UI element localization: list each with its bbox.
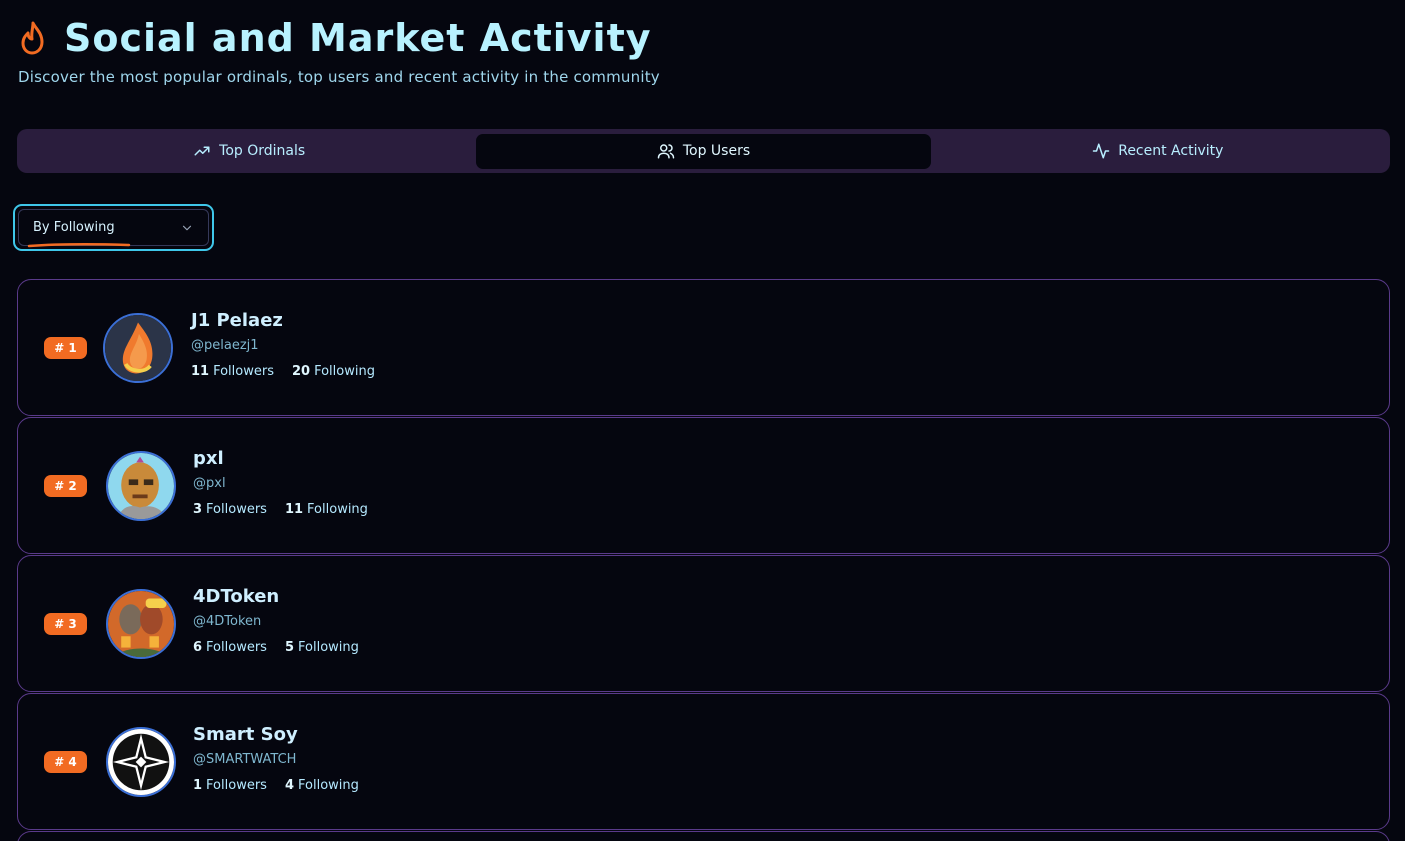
rank-badge: # 2 [44, 475, 87, 497]
tab-label: Top Users [682, 143, 751, 159]
following-stat[interactable]: 4 Following [285, 778, 359, 793]
users-icon [657, 144, 675, 159]
avatar[interactable] [106, 589, 176, 659]
user-card[interactable]: # 4 Smart Soy @SMARTWATCH 1 Followers 4 Fo… [17, 693, 1390, 830]
tab-bar: Top Ordinals Top Users Recent Activity [17, 129, 1390, 173]
rank-badge: # 4 [44, 751, 87, 773]
following-count: 5 [284, 640, 294, 655]
tab-recent-activity[interactable]: Recent Activity [931, 134, 1385, 169]
user-name[interactable]: pxl [193, 447, 368, 471]
tab-label: Top Ordinals [219, 143, 306, 159]
user-stats: 6 Followers 5 Following [193, 640, 359, 655]
following-label: Following [314, 364, 375, 379]
user-stats: 1 Followers 4 Following [193, 778, 359, 793]
user-info: J1 Pelaez @pelaezj1 11 Followers 20 Follow… [191, 309, 375, 379]
user-name[interactable]: Smart Soy [193, 723, 359, 747]
followers-count: 11 [191, 364, 210, 379]
tab-label: Recent Activity [1118, 143, 1224, 159]
user-handle: @4DToken [193, 614, 262, 629]
following-label: Following [307, 502, 368, 517]
sort-select-value: By Following [33, 220, 115, 235]
user-info: pxl @pxl 3 Followers 11 Following [193, 447, 368, 517]
title-row: Social and Market Activity [18, 14, 660, 62]
flame-avatar-icon [105, 315, 171, 381]
following-count: 4 [284, 778, 294, 793]
following-count: 20 [292, 364, 311, 379]
avatar[interactable] [106, 727, 176, 797]
user-info: 4DToken @4DToken 6 Followers 5 Following [193, 585, 359, 655]
followers-stat[interactable]: 6 Followers [193, 640, 267, 655]
user-stats: 11 Followers 20 Following [191, 364, 375, 379]
following-stat[interactable]: 20 Following [292, 364, 375, 379]
following-stat[interactable]: 5 Following [285, 640, 359, 655]
user-handle: @SMARTWATCH [193, 752, 297, 767]
flame-icon [18, 19, 48, 57]
followers-label: Followers [206, 640, 267, 655]
user-list: # 1 J1 Pelaez @pelaezj1 11 Followers 20 Fo… [17, 279, 1390, 841]
cartoon-cheers-avatar-icon [108, 591, 174, 657]
avatar[interactable] [103, 313, 173, 383]
tab-top-users[interactable]: Top Users [476, 133, 931, 169]
user-stats: 3 Followers 11 Following [193, 502, 368, 517]
followers-count: 3 [193, 502, 203, 517]
followers-count: 1 [193, 778, 203, 793]
user-info: Smart Soy @SMARTWATCH 1 Followers 4 Follow… [193, 723, 359, 793]
rank-badge: # 3 [44, 613, 87, 635]
user-handle: @pxl [193, 476, 226, 491]
user-card[interactable]: # 3 4DToken @4DToken 6 Followers 5 Follow [17, 555, 1390, 692]
user-card[interactable]: # 1 J1 Pelaez @pelaezj1 11 Followers 20 Fo… [17, 279, 1390, 416]
followers-count: 6 [193, 640, 203, 655]
trending-up-icon [194, 146, 210, 156]
avatar[interactable] [106, 451, 176, 521]
followers-stat[interactable]: 11 Followers [191, 364, 274, 379]
following-label: Following [298, 778, 359, 793]
rank-badge: # 1 [44, 337, 87, 359]
user-handle: @pelaezj1 [191, 338, 259, 353]
pixel-face-avatar-icon [108, 453, 174, 519]
page-title: Social and Market Activity [64, 16, 652, 60]
following-count: 11 [284, 502, 304, 517]
user-name[interactable]: 4DToken [193, 585, 359, 609]
followers-label: Followers [213, 364, 274, 379]
activity-icon [1092, 143, 1110, 159]
highlight-underline [27, 243, 131, 248]
chevron-down-icon [182, 225, 192, 230]
header: Social and Market Activity Discover the … [18, 14, 660, 86]
page-subtitle: Discover the most popular ordinals, top … [18, 68, 660, 86]
user-card[interactable] [17, 831, 1390, 841]
sort-select-box[interactable]: By Following [18, 209, 209, 248]
page: Social and Market Activity Discover the … [0, 0, 1405, 841]
followers-label: Followers [206, 502, 267, 517]
user-card[interactable]: # 2 pxl @pxl 3 Followers 11 Following [17, 417, 1390, 554]
user-name[interactable]: J1 Pelaez [191, 309, 375, 333]
following-stat[interactable]: 11 Following [285, 502, 368, 517]
following-label: Following [298, 640, 359, 655]
tab-top-ordinals[interactable]: Top Ordinals [22, 134, 476, 169]
followers-stat[interactable]: 1 Followers [193, 778, 267, 793]
followers-stat[interactable]: 3 Followers [193, 502, 267, 517]
followers-label: Followers [206, 778, 267, 793]
compass-star-avatar-icon [108, 729, 174, 795]
sort-select[interactable]: By Following [13, 204, 214, 251]
